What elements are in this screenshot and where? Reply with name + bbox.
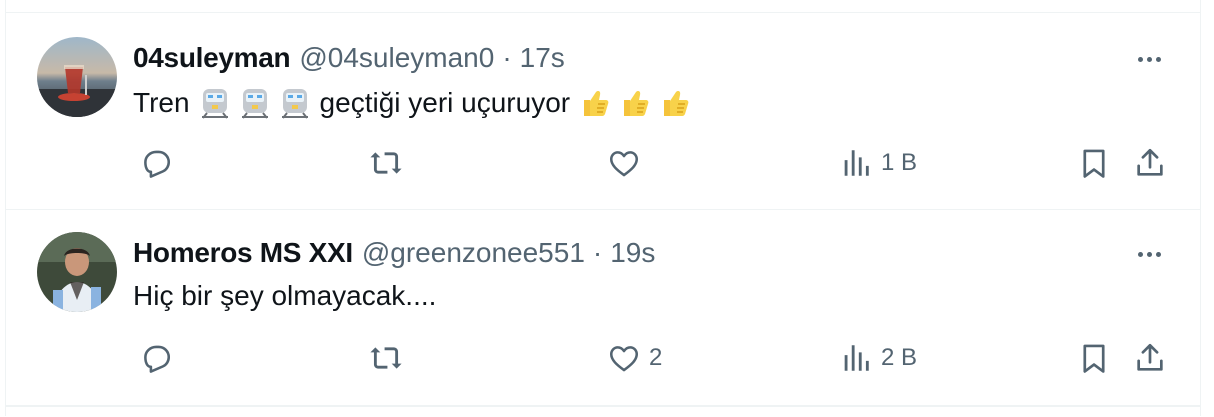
analytics-icon <box>844 345 869 371</box>
tweet-actions: 2 2 B <box>133 338 1170 378</box>
separator-dot: · <box>502 42 512 73</box>
share-icon <box>1137 148 1163 176</box>
avatar[interactable] <box>37 232 117 312</box>
train-emoji <box>241 89 268 119</box>
author-handle[interactable]: @04suleyman0 <box>299 42 494 74</box>
tweet-text: Hiç bir şey olmayacak.... <box>133 280 437 311</box>
avatar-image <box>37 232 117 312</box>
tweet[interactable]: 04suleyman @04suleyman0 · 17s Tren geçti… <box>6 12 1200 210</box>
more-options-button[interactable] <box>1132 242 1166 266</box>
thumbs-up-emoji <box>584 91 609 116</box>
tweet-header: 04suleyman @04suleyman0 · 17s <box>133 41 565 75</box>
reply-icon <box>144 150 171 178</box>
like-button[interactable]: 2 <box>607 338 662 378</box>
train-emoji-group <box>198 86 312 120</box>
train-emoji <box>281 89 308 119</box>
separator-dot: · <box>592 237 603 268</box>
share-button[interactable] <box>1133 338 1167 378</box>
reply-button[interactable] <box>139 338 181 378</box>
retweet-icon <box>370 347 402 369</box>
thumbs-up-emoji-group <box>578 86 692 120</box>
views-count: 2 B <box>881 344 918 371</box>
share-icon <box>1137 343 1163 371</box>
more-dot-icon <box>1146 56 1152 62</box>
more-dot-icon <box>1146 251 1152 257</box>
retweet-button[interactable] <box>369 338 411 378</box>
tweet-actions: 1 B <box>133 143 1170 183</box>
timeline-feed: 04suleyman @04suleyman0 · 17s Tren geçti… <box>5 0 1201 416</box>
tweet[interactable]: Homeros MS XXI @greenzonee551 · 19s Hiç … <box>6 210 1200 406</box>
bookmark-icon <box>1083 149 1105 178</box>
analytics-icon <box>844 150 869 176</box>
author-handle[interactable]: @greenzonee551 <box>362 237 585 269</box>
timestamp[interactable]: 19s <box>610 237 655 269</box>
tweet-text: Tren geçtiği yeri uçuruyor <box>133 83 700 123</box>
timestamp[interactable]: 17s <box>520 42 565 74</box>
author-name[interactable]: Homeros MS XXI <box>133 237 353 269</box>
thumbs-up-emoji <box>664 91 689 116</box>
heart-icon <box>609 151 639 177</box>
tweet-text-part: geçtiği yeri uçuruyor <box>319 87 571 118</box>
reply-icon <box>144 345 171 373</box>
more-options-button[interactable] <box>1132 47 1166 71</box>
train-emoji <box>201 89 228 119</box>
like-count: 2 <box>649 344 663 371</box>
views-button[interactable]: 2 B <box>839 338 917 378</box>
like-button[interactable] <box>607 143 649 183</box>
thumbs-up-emoji <box>624 91 649 116</box>
views-count: 1 B <box>881 149 918 176</box>
tweet-text-part: Tren <box>133 87 190 118</box>
views-button[interactable]: 1 B <box>839 143 917 183</box>
retweet-button[interactable] <box>369 143 411 183</box>
share-button[interactable] <box>1133 143 1167 183</box>
retweet-icon <box>370 152 402 174</box>
more-dot-icon <box>1137 56 1143 62</box>
tweet-header: Homeros MS XXI @greenzonee551 · 19s <box>133 236 655 270</box>
reply-button[interactable] <box>139 143 181 183</box>
avatar-image <box>37 37 117 117</box>
more-dot-icon <box>1137 251 1143 257</box>
author-name[interactable]: 04suleyman <box>133 42 291 74</box>
bookmark-icon <box>1083 344 1105 373</box>
avatar[interactable] <box>37 37 117 117</box>
heart-icon <box>609 346 639 372</box>
next-tweet-divider <box>6 406 1200 417</box>
bookmark-button[interactable] <box>1077 143 1111 183</box>
more-dot-icon <box>1155 56 1161 62</box>
bookmark-button[interactable] <box>1077 338 1111 378</box>
more-dot-icon <box>1155 251 1161 257</box>
